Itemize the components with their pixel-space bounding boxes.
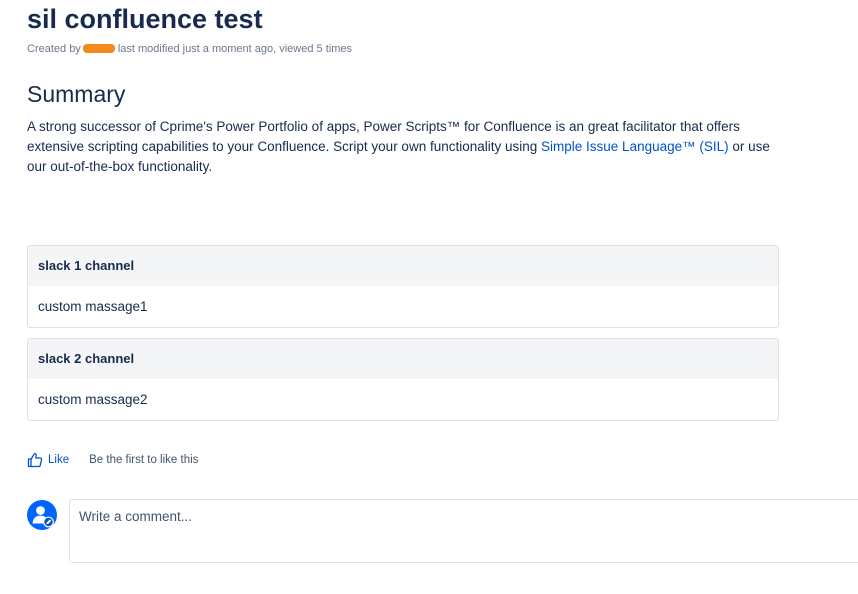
summary-paragraph: A strong successor of Cprime's Power Por…: [27, 117, 787, 177]
redacted-author[interactable]: [82, 44, 115, 53]
slack-panel-2: slack 2 channel custom massage2: [27, 338, 779, 421]
like-button[interactable]: Like: [48, 454, 69, 466]
created-by-label: Created by: [27, 43, 81, 55]
like-bar: Like Be the first to like this: [27, 451, 198, 469]
sil-link[interactable]: Simple Issue Language™ (SIL): [541, 139, 729, 154]
panel-title: slack 1 channel: [28, 246, 778, 286]
slack-panel-1: slack 1 channel custom massage1: [27, 245, 779, 328]
comment-input[interactable]: Write a comment...: [69, 499, 858, 563]
thumbs-up-icon[interactable]: [27, 452, 43, 468]
panel-body: custom massage1: [38, 299, 148, 314]
page-title: sil confluence test: [27, 4, 263, 34]
panel-title: slack 2 channel: [28, 339, 778, 379]
like-hint: Be the first to like this: [89, 454, 199, 466]
summary-heading: Summary: [27, 81, 126, 107]
page-metadata: Created by last modified just a moment ag…: [27, 42, 352, 56]
panel-body: custom massage2: [38, 392, 148, 407]
user-avatar-icon: [27, 500, 57, 530]
modified-info: last modified just a moment ago, viewed …: [117, 43, 352, 55]
